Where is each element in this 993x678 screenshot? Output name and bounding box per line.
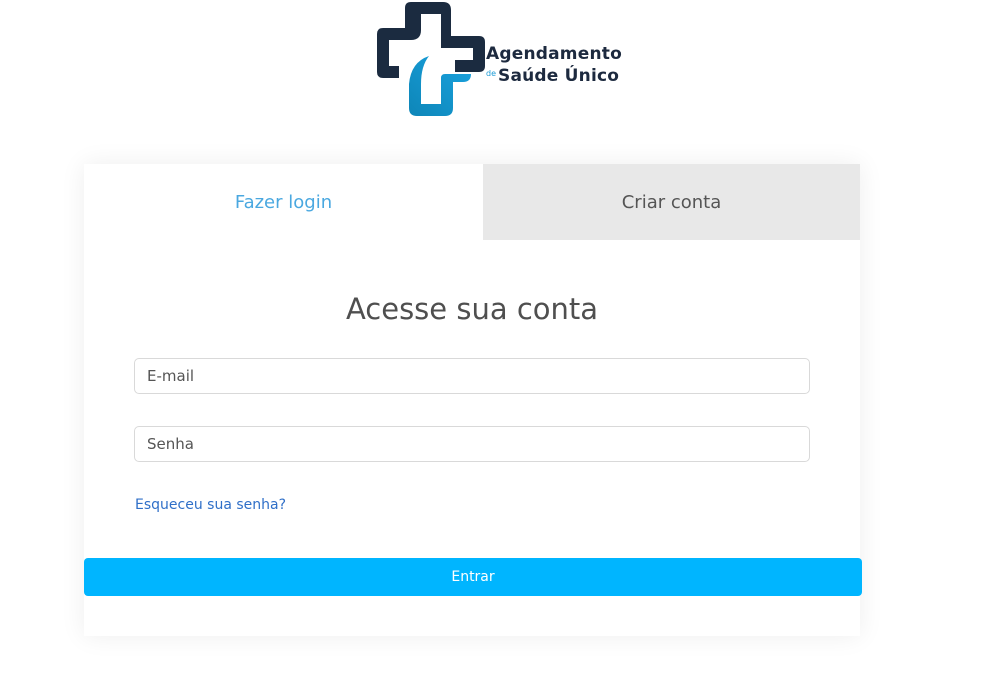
brand-name-subtitle: Saúde Único bbox=[498, 66, 620, 86]
auth-tabs: Fazer login Criar conta bbox=[84, 164, 860, 240]
brand-name-de: de bbox=[486, 69, 496, 78]
tab-create-account[interactable]: Criar conta bbox=[483, 164, 860, 240]
tab-login[interactable]: Fazer login bbox=[84, 164, 483, 240]
forgot-password-link[interactable]: Esqueceu sua senha? bbox=[135, 497, 286, 513]
brand-name-line2: de Saúde Único bbox=[486, 64, 622, 86]
brand-logo: Agendamento de Saúde Único bbox=[375, 0, 625, 118]
email-field[interactable] bbox=[134, 358, 810, 394]
brand-name-line1: Agendamento bbox=[486, 44, 622, 64]
auth-card: Fazer login Criar conta Acesse sua conta… bbox=[84, 164, 862, 636]
brand-name: Agendamento de Saúde Único bbox=[486, 44, 622, 86]
login-button[interactable]: Entrar bbox=[84, 558, 862, 596]
password-field[interactable] bbox=[134, 426, 810, 462]
medical-cross-logo-icon bbox=[377, 2, 485, 116]
login-page: Agendamento de Saúde Único Fazer login Cr… bbox=[0, 0, 993, 678]
page-title: Acesse sua conta bbox=[345, 292, 599, 326]
